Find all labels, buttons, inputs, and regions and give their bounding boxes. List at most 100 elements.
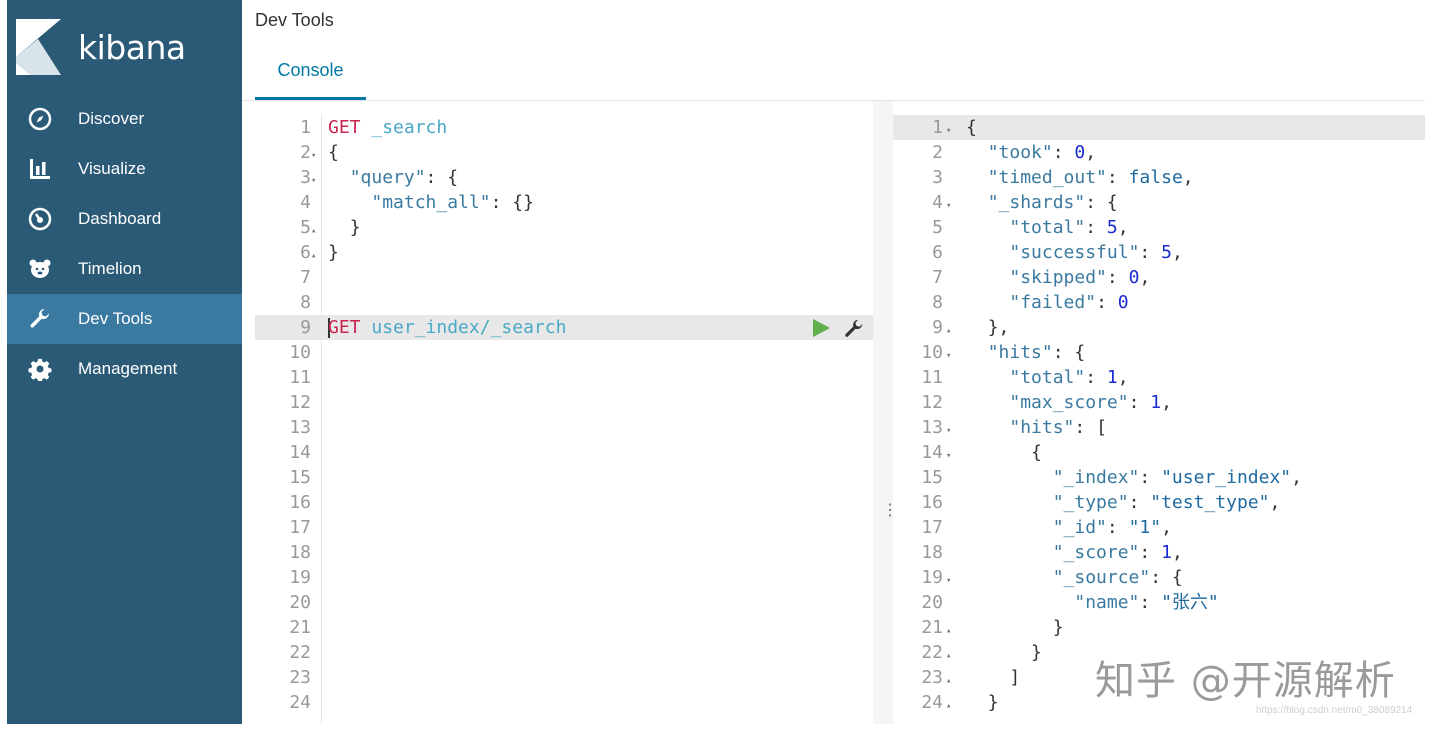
- line-number: 14: [921, 442, 943, 463]
- request-settings-wrench-icon[interactable]: [843, 318, 865, 340]
- editor-line[interactable]: 19: [255, 565, 873, 590]
- fold-toggle-icon[interactable]: ▾: [946, 451, 951, 461]
- line-number: 21: [289, 617, 311, 638]
- response-line: 10 ▾ "hits": {: [893, 340, 1425, 365]
- editor-line[interactable]: 4 "match_all": {}: [255, 190, 873, 215]
- logo-text: kibana: [78, 27, 186, 67]
- editor-line[interactable]: 22: [255, 640, 873, 665]
- editor-line[interactable]: 13: [255, 415, 873, 440]
- editor-line[interactable]: 24: [255, 690, 873, 715]
- kibana-logo[interactable]: kibana: [7, 0, 242, 94]
- sidebar-item-label: Visualize: [78, 159, 146, 178]
- watermark-url: https://blog.csdn.net/m0_38089214: [1256, 705, 1413, 716]
- compass-icon: [27, 106, 53, 132]
- sidebar-item-timelion[interactable]: Timelion: [7, 244, 242, 294]
- line-number: 1: [300, 117, 311, 138]
- response-line: 16 "_type": "test_type",: [893, 490, 1425, 515]
- fold-toggle-icon[interactable]: ▾: [946, 126, 951, 136]
- fold-toggle-icon[interactable]: ▴: [946, 626, 951, 636]
- fold-toggle-icon[interactable]: ▾: [311, 151, 316, 161]
- editor-line[interactable]: 15: [255, 465, 873, 490]
- editor-line[interactable]: 18: [255, 540, 873, 565]
- json-key: "name": [1074, 592, 1140, 613]
- line-number: 8: [300, 292, 311, 313]
- editor-line[interactable]: 14: [255, 440, 873, 465]
- fold-toggle-icon[interactable]: ▴: [946, 326, 951, 336]
- sidebar-item-label: Timelion: [78, 259, 142, 278]
- line-number: 17: [289, 517, 311, 538]
- editor-line[interactable]: 10: [255, 340, 873, 365]
- fold-toggle-icon[interactable]: ▾: [946, 576, 951, 586]
- editor-line[interactable]: 3 ▾ "query": {: [255, 165, 873, 190]
- editor-line[interactable]: 9 GET user_index/_search: [255, 315, 873, 340]
- json-brace: }: [328, 242, 339, 263]
- fold-toggle-icon[interactable]: ▴: [311, 226, 316, 236]
- response-line: 1 ▾{: [893, 115, 1425, 140]
- response-line: 20 "name": "张六": [893, 590, 1425, 615]
- sidebar-item-discover[interactable]: Discover: [7, 94, 242, 144]
- line-number: 10: [289, 342, 311, 363]
- json-key: "failed": [1009, 292, 1097, 313]
- line-number: 12: [921, 392, 943, 413]
- response-editor: 1 ▾{2 "took": 0, 3 "timed_out": false, 4 ▾ "…: [893, 115, 1425, 724]
- response-line: 13 ▾ "hits": [: [893, 415, 1425, 440]
- response-line: 11 "total": 1,: [893, 365, 1425, 390]
- fold-toggle-icon[interactable]: ▾: [946, 201, 951, 211]
- line-number: 15: [921, 467, 943, 488]
- editor-line[interactable]: 5 ▴ }: [255, 215, 873, 240]
- editor-line[interactable]: 11: [255, 365, 873, 390]
- line-number: 23: [289, 667, 311, 688]
- json-brace: {: [328, 142, 339, 163]
- editor-line[interactable]: 6 ▴}: [255, 240, 873, 265]
- response-line: 2 "took": 0,: [893, 140, 1425, 165]
- request-editor[interactable]: 1 GET _search 2 ▾{3 ▾ "query": {4 "match_all…: [255, 115, 873, 724]
- header: Dev Tools Console: [242, 0, 1425, 101]
- json-value: 5: [1161, 242, 1172, 263]
- editor-line[interactable]: 20: [255, 590, 873, 615]
- line-number: 24: [921, 692, 943, 713]
- sidebar-item-visualize[interactable]: Visualize: [7, 144, 242, 194]
- sidebar-item-dashboard[interactable]: Dashboard: [7, 194, 242, 244]
- line-number: 4: [300, 192, 311, 213]
- json-value: 0: [1117, 292, 1129, 313]
- fold-toggle-icon[interactable]: ▾: [946, 426, 951, 436]
- fold-toggle-icon[interactable]: ▴: [946, 676, 951, 686]
- editor-line[interactable]: 12: [255, 390, 873, 415]
- line-number: 20: [289, 592, 311, 613]
- editor-line[interactable]: 17: [255, 515, 873, 540]
- resize-handle[interactable]: [873, 101, 893, 724]
- fold-toggle-icon[interactable]: ▴: [946, 651, 951, 661]
- response-line: 12 "max_score": 1,: [893, 390, 1425, 415]
- fold-toggle-icon[interactable]: ▾: [946, 351, 951, 361]
- request-method: GET: [328, 117, 361, 138]
- json-value: 5: [1106, 217, 1118, 238]
- editor-line[interactable]: 2 ▾ {: [255, 140, 873, 165]
- line-number: 16: [289, 492, 311, 513]
- json-value: "张六": [1161, 592, 1219, 613]
- line-number: 24: [289, 692, 311, 713]
- sidebar-item-dev-tools[interactable]: Dev Tools: [7, 294, 242, 344]
- response-line: 14 ▾ {: [893, 440, 1425, 465]
- line-number: 15: [289, 467, 311, 488]
- line-number: 9: [300, 317, 311, 338]
- page-title: Dev Tools: [255, 10, 334, 30]
- tab-console[interactable]: Console: [255, 48, 366, 100]
- sidebar-item-management[interactable]: Management: [7, 344, 242, 394]
- json-key: "match_all": [371, 192, 491, 213]
- sidebar-item-label: Dashboard: [78, 209, 162, 228]
- editor-line[interactable]: 8: [255, 290, 873, 315]
- fold-toggle-icon[interactable]: ▾: [311, 176, 316, 186]
- fold-toggle-icon[interactable]: ▴: [946, 701, 951, 711]
- fold-toggle-icon[interactable]: ▴: [311, 251, 316, 261]
- editor-line[interactable]: 7: [255, 265, 873, 290]
- response-line: 3 "timed_out": false,: [893, 165, 1425, 190]
- editor-line[interactable]: 21: [255, 615, 873, 640]
- editor-line[interactable]: 1 GET _search: [255, 115, 873, 140]
- response-line: 5 "total": 5,: [893, 215, 1425, 240]
- line-number: 2: [300, 142, 311, 163]
- editor-line[interactable]: 16: [255, 490, 873, 515]
- run-request-button[interactable]: [813, 319, 830, 337]
- json-key: "total": [1009, 217, 1086, 238]
- line-number: 5: [300, 217, 311, 238]
- editor-line[interactable]: 23: [255, 665, 873, 690]
